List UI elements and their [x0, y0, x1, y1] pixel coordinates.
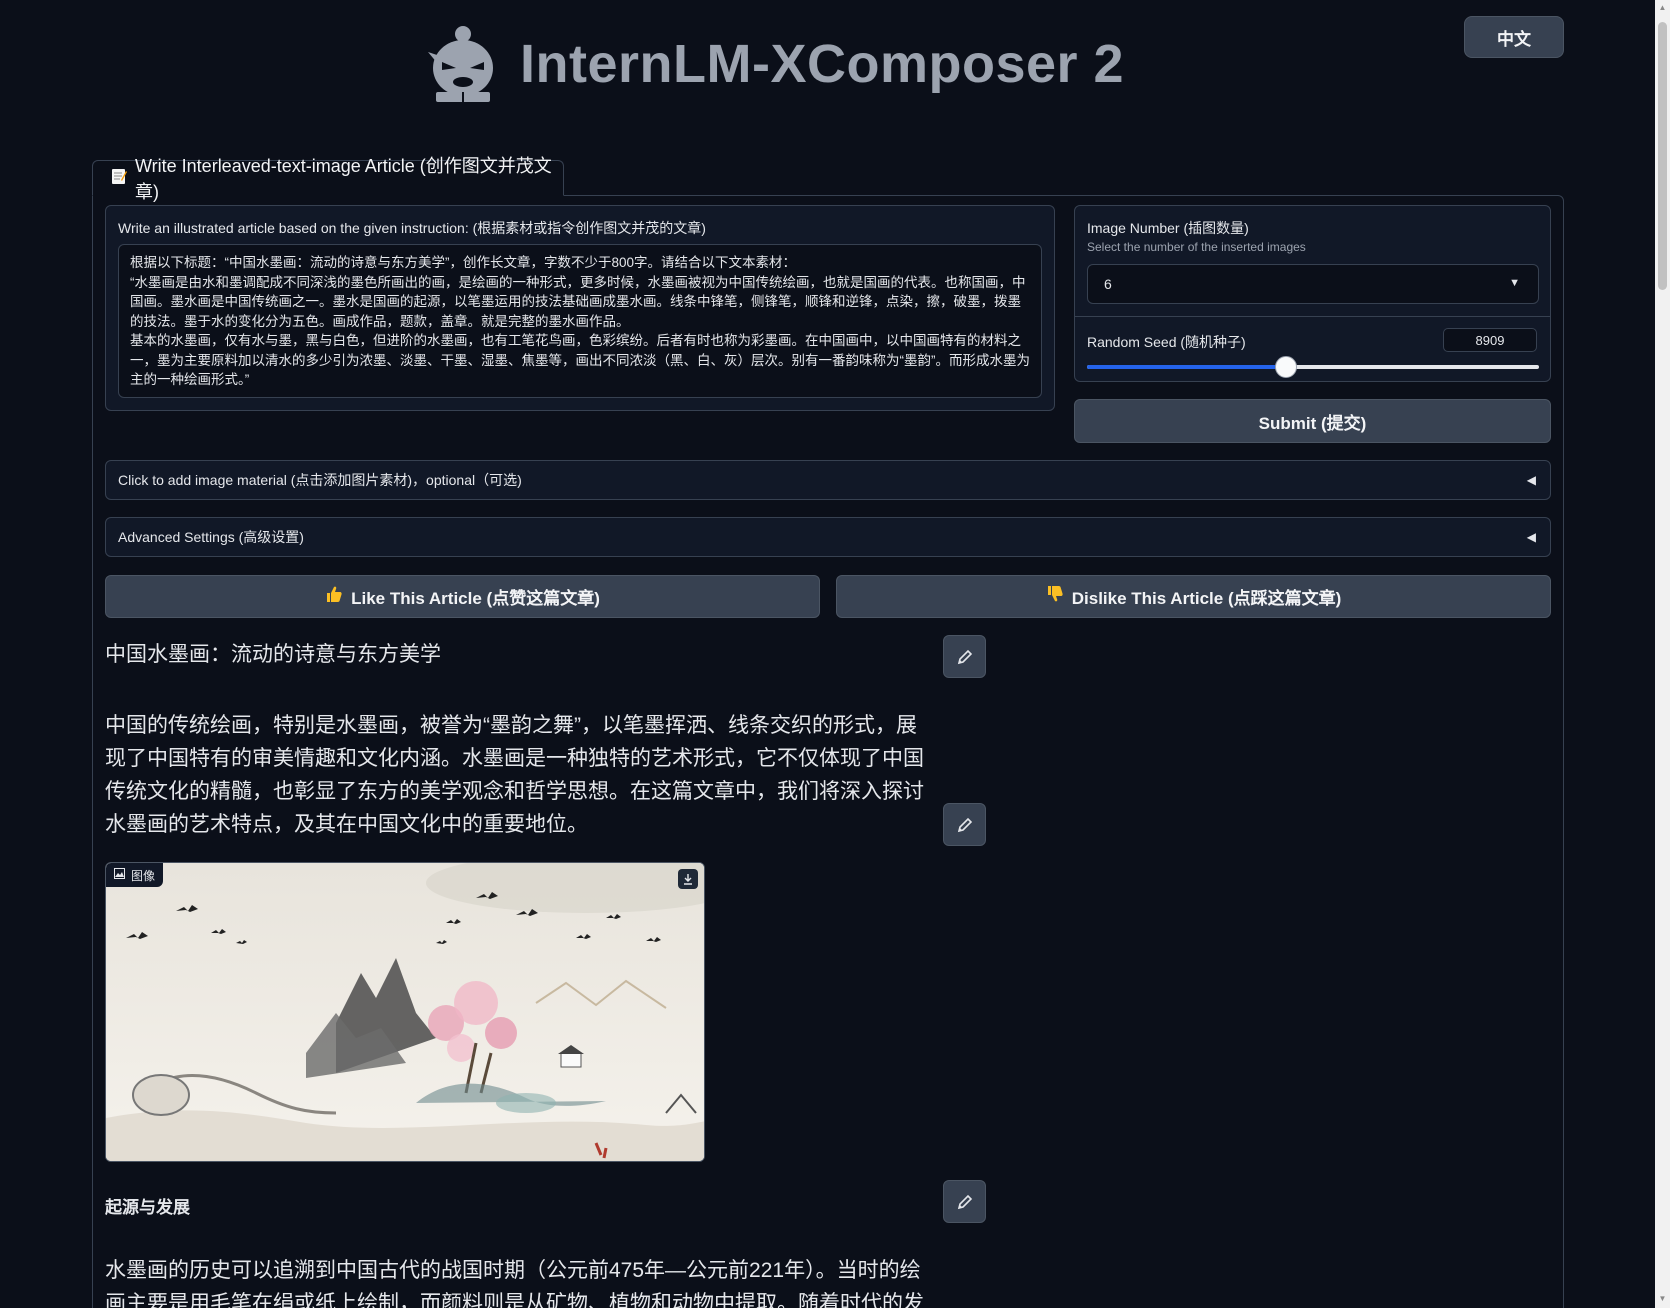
scroll-up-arrow-icon[interactable]: ▲ [1658, 3, 1667, 13]
scroll-down-arrow-icon[interactable]: ▼ [1658, 1294, 1667, 1304]
edit-title-button[interactable] [943, 635, 986, 678]
random-seed-slider[interactable] [1087, 356, 1539, 378]
language-toggle-button[interactable]: 中文 [1464, 16, 1564, 58]
image-material-label: Click to add image material (点击添加图片素材)，o… [118, 472, 522, 488]
pencil-icon [957, 817, 972, 832]
image-icon [114, 868, 125, 882]
like-article-button[interactable]: Like This Article (点赞这篇文章) [105, 575, 820, 618]
article-image: 图像 [105, 862, 705, 1162]
image-label-text: 图像 [131, 868, 156, 883]
article-intro-paragraph: 中国的传统绘画，特别是水墨画，被誉为“墨韵之舞”，以笔墨挥洒、线条交织的形式，展… [105, 714, 924, 836]
pencil-icon [957, 1194, 972, 1209]
collapse-arrow-icon: ◀ [1526, 530, 1536, 544]
tab-label: Write Interleaved-text-image Article (创作… [135, 156, 552, 202]
instruction-block: Write an illustrated article based on th… [105, 205, 1055, 411]
slider-fill [1087, 365, 1286, 369]
like-label: Like This Article (点赞这篇文章) [351, 589, 600, 608]
edit-intro-button[interactable] [943, 803, 986, 846]
advanced-settings-accordion[interactable]: Advanced Settings (高级设置) ◀ [105, 517, 1551, 557]
settings-block: Image Number (插图数量) Select the number of… [1074, 205, 1551, 382]
image-number-label: Image Number (插图数量) [1087, 220, 1249, 236]
chevron-down-icon: ▼ [1509, 277, 1520, 289]
random-seed-number-input[interactable]: 8909 [1443, 328, 1537, 352]
download-icon[interactable] [678, 869, 698, 889]
article-title: 中国水墨画：流动的诗意与东方美学 [105, 643, 441, 666]
mascot-logo-icon [428, 26, 493, 102]
image-number-info: Select the number of the inserted images [1087, 240, 1306, 254]
dislike-label: Dislike This Article (点踩这篇文章) [1071, 589, 1342, 608]
slider-handle[interactable] [1274, 356, 1297, 378]
dislike-article-button[interactable]: Dislike This Article (点踩这篇文章) [836, 575, 1551, 618]
submit-button[interactable]: Submit (提交) [1074, 399, 1551, 443]
page-scrollbar[interactable]: ▲ ▼ [1655, 0, 1670, 1308]
edit-section-heading-button[interactable] [943, 1180, 986, 1223]
thumbs-up-icon [325, 585, 343, 608]
image-number-value: 6 [1104, 276, 1112, 292]
pencil-icon [957, 649, 972, 664]
settings-divider [1075, 316, 1550, 317]
memo-icon [111, 167, 127, 190]
collapse-arrow-icon: ◀ [1526, 473, 1536, 487]
image-number-dropdown[interactable]: 6 ▼ [1087, 264, 1539, 304]
random-seed-label: Random Seed (随机种子) [1087, 334, 1246, 350]
ink-painting-illustration [106, 863, 704, 1161]
app-logo: InternLM-XComposer 2 [420, 22, 1124, 106]
image-label: 图像 [106, 863, 164, 887]
thumbs-down-icon [1046, 585, 1064, 608]
section-paragraph: 水墨画的历史可以追溯到中国古代的战国时期（公元前475年—公元前221年）。当时… [105, 1259, 924, 1308]
image-material-accordion[interactable]: Click to add image material (点击添加图片素材)，o… [105, 460, 1551, 500]
tab-write-article[interactable]: Write Interleaved-text-image Article (创作… [92, 156, 564, 202]
section-heading: 起源与发展 [105, 1198, 190, 1217]
scrollbar-thumb[interactable] [1658, 22, 1667, 290]
advanced-settings-label: Advanced Settings (高级设置) [118, 529, 304, 545]
app-title: InternLM-XComposer 2 [520, 34, 1125, 94]
instruction-textarea[interactable]: 根据以下标题：“中国水墨画：流动的诗意与东方美学”，创作长文章，字数不少于800… [118, 244, 1042, 398]
instruction-label: Write an illustrated article based on th… [118, 220, 706, 236]
